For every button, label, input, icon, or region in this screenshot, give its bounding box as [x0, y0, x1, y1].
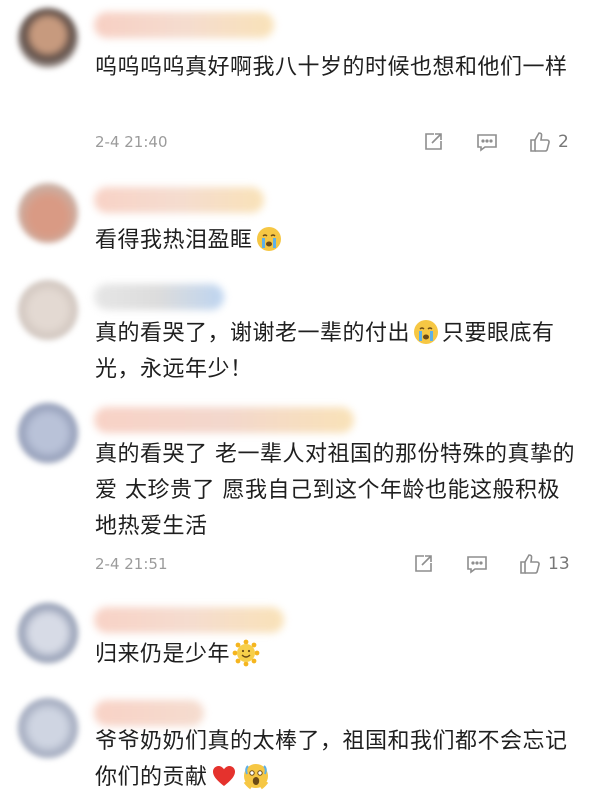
share-icon [425, 133, 442, 150]
avatar[interactable] [18, 280, 78, 340]
share-button[interactable] [411, 550, 435, 578]
comment-time: 2-4 21:51 [95, 555, 168, 573]
comment-text: 看得我热泪盈眶 [95, 228, 253, 253]
comment-text-row: 归来仍是少年 [95, 637, 575, 673]
comment-text-row: 爷爷奶奶们真的太棒了，祖国和我们都不会忘记你们的贡献 [95, 724, 575, 796]
username-blurred[interactable] [94, 607, 284, 633]
username-blurred[interactable] [94, 12, 274, 38]
username-blurred[interactable] [94, 700, 204, 726]
comment-text: 真的看哭了 老一辈人对祖国的那份特殊的真挚的爱 太珍贵了 愿我自己到这个年龄也能… [95, 442, 575, 539]
red-heart-emoji [212, 766, 235, 786]
share-icon [415, 555, 432, 572]
comment-text: 呜呜呜呜真好啊我八十岁的时候也想和他们一样 [95, 55, 568, 80]
username-blurred[interactable] [94, 407, 354, 433]
like-button[interactable]: 13 [518, 550, 570, 578]
like-count: 2 [558, 132, 569, 152]
comment-text: 爷爷奶奶们真的太棒了，祖国和我们都不会忘记你们的贡献 [95, 729, 568, 790]
comment-icon [467, 556, 487, 574]
comment-text: 归来仍是少年 [95, 642, 231, 667]
reply-button[interactable] [475, 128, 499, 156]
comment-meta: 2-4 21:40 2 [95, 128, 585, 160]
share-button[interactable] [421, 128, 445, 156]
like-icon [530, 132, 550, 152]
username-blurred[interactable] [94, 187, 264, 213]
like-button[interactable]: 2 [528, 128, 569, 156]
comment-meta: 2-4 21:51 13 [95, 550, 585, 582]
like-count: 13 [548, 554, 570, 574]
like-icon [520, 554, 540, 574]
comment-text-row: 真的看哭了，谢谢老一辈的付出 只要眼底有光，永远年少！ [95, 316, 575, 388]
avatar[interactable] [18, 8, 78, 68]
crying-face-emoji [256, 227, 281, 251]
avatar[interactable] [18, 603, 78, 663]
reply-button[interactable] [465, 550, 489, 578]
avatar[interactable] [18, 698, 78, 758]
comment-icon [477, 134, 497, 152]
avatar[interactable] [18, 403, 78, 463]
comment-text-row: 看得我热泪盈眶 [95, 223, 575, 259]
screaming-face-emoji [243, 764, 268, 790]
comment-time: 2-4 21:40 [95, 133, 168, 151]
avatar[interactable] [18, 183, 78, 243]
crying-face-emoji [414, 320, 439, 344]
username-blurred[interactable] [94, 284, 224, 310]
sun-emoji [232, 639, 260, 667]
comment-text: 真的看哭了，谢谢老一辈的付出 [95, 321, 411, 346]
